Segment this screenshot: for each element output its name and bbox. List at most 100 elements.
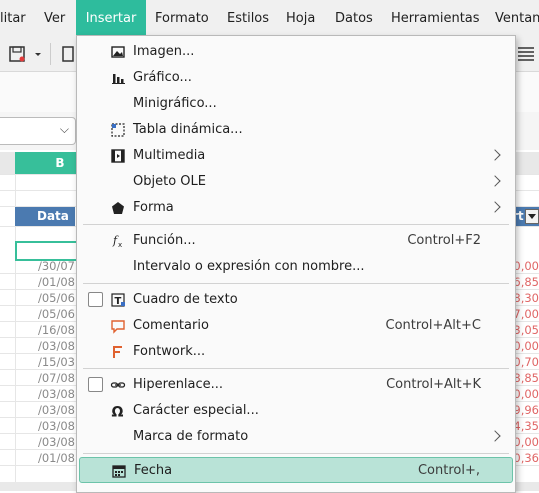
date-cell[interactable]: 03/08/ xyxy=(15,418,77,434)
function-icon: f x xyxy=(112,234,122,249)
menu-ver[interactable]: Ver xyxy=(44,0,65,37)
date-cell[interactable]: 16/08/ xyxy=(15,322,77,338)
value-cell[interactable]: 78,30 xyxy=(514,290,539,306)
date-cell[interactable]: 03/08/ xyxy=(15,338,77,354)
date-cell[interactable]: 03/08/ xyxy=(15,402,77,418)
value-cell[interactable]: 29,96 xyxy=(514,402,539,418)
svg-text:x: x xyxy=(118,241,122,249)
column-header-a[interactable] xyxy=(0,152,15,174)
checkbox[interactable] xyxy=(88,292,103,307)
fontwork-icon xyxy=(113,346,122,358)
menu-editar[interactable]: litar xyxy=(0,0,26,37)
submenu-arrow-icon xyxy=(489,430,501,442)
menu-item-label: Función... xyxy=(133,233,196,248)
omega-icon: Ω xyxy=(112,405,124,420)
column-header-right[interactable] xyxy=(514,152,539,174)
submenu-arrow-icon xyxy=(489,201,501,213)
menu-separator xyxy=(83,453,509,454)
value-cell[interactable]: 40,00 xyxy=(514,434,539,450)
value-cell[interactable]: 40,00 xyxy=(514,386,539,402)
date-cell[interactable]: 05/06/ xyxy=(15,306,77,322)
value-cell[interactable]: 00,00 xyxy=(514,258,539,274)
value-cell[interactable]: 68,85 xyxy=(514,370,539,386)
menu-item-label: Tabla dinámica... xyxy=(133,122,243,137)
table-header-right[interactable]: rt xyxy=(512,207,539,226)
menu-item-shortcut: Control+, xyxy=(417,463,480,478)
menu-item-fecha[interactable]: Fecha Control+, xyxy=(79,457,513,483)
toolbar-divider xyxy=(50,43,51,65)
value-cell[interactable]: 84,35 xyxy=(514,418,539,434)
menu-item-minigrafico[interactable]: Minigráfico... xyxy=(79,91,513,117)
menu-item-funcion[interactable]: f x Función... Control+F2 xyxy=(79,228,513,254)
menu-herramientas[interactable]: Herramientas xyxy=(391,0,480,37)
menu-item-label: Carácter especial... xyxy=(133,403,259,418)
menubar: litar Ver Insertar Formato Estilos Hoja … xyxy=(0,0,539,37)
menu-ventana[interactable]: Ventan xyxy=(495,0,539,37)
menu-item-label: Comentario xyxy=(133,318,209,333)
menu-item-grafico[interactable]: Gráfico... xyxy=(79,65,513,91)
menu-item-cuadro-texto[interactable]: T Cuadro de texto xyxy=(79,287,513,313)
menu-item-label: Minigráfico... xyxy=(133,96,217,111)
menu-separator xyxy=(83,283,509,284)
svg-text:T: T xyxy=(115,296,122,307)
menu-item-forma[interactable]: Forma xyxy=(79,195,513,221)
menu-item-intervalo[interactable]: Intervalo o expresión con nombre... xyxy=(79,254,513,280)
chart-icon xyxy=(112,74,125,84)
menu-item-hiperenlace[interactable]: Hiperenlace... Control+Alt+K xyxy=(79,372,513,398)
film-icon xyxy=(111,149,125,163)
menu-item-objeto-ole[interactable]: Objeto OLE xyxy=(79,169,513,195)
menu-separator xyxy=(83,224,509,225)
menu-item-multimedia[interactable]: Multimedia xyxy=(79,143,513,169)
date-cell[interactable]: 03/08/ xyxy=(15,434,77,450)
chevron-down-icon[interactable] xyxy=(33,45,43,63)
comment-icon xyxy=(111,320,125,334)
menu-item-label: Marca de formato xyxy=(133,429,249,444)
menu-hoja[interactable]: Hoja xyxy=(286,0,315,37)
autofilter-button[interactable] xyxy=(525,209,539,224)
menu-item-shortcut: Control+F2 xyxy=(407,233,481,248)
menu-item-label: Forma xyxy=(133,200,174,215)
menu-item-label: Fecha xyxy=(134,463,173,478)
date-cell[interactable]: 07/08/ xyxy=(15,370,77,386)
text-box-icon: T xyxy=(111,293,125,307)
date-cell[interactable]: 03/08/ xyxy=(15,386,77,402)
menu-item-marca-formato[interactable]: Marca de formato xyxy=(79,424,513,450)
menu-item-caracter-especial[interactable]: Ω Carácter especial... xyxy=(79,398,513,424)
table-header-data[interactable]: Data xyxy=(15,207,75,226)
submenu-arrow-icon xyxy=(489,175,501,187)
value-cell[interactable]: 73,05 xyxy=(514,322,539,338)
image-icon xyxy=(111,46,125,58)
menu-item-label: Cuadro de texto xyxy=(133,292,238,307)
export-icon[interactable] xyxy=(60,45,74,63)
date-cell[interactable]: 30/07/ xyxy=(15,258,77,274)
menu-item-next-partial[interactable] xyxy=(79,484,513,492)
menu-datos[interactable]: Datos xyxy=(335,0,373,37)
date-cell[interactable]: 01/08/ xyxy=(15,274,77,290)
date-cell[interactable]: 15/03/ xyxy=(15,354,77,370)
menu-item-label: Intervalo o expresión con nombre... xyxy=(133,259,365,274)
checkbox[interactable] xyxy=(88,377,103,392)
value-cell[interactable]: 60,36 xyxy=(514,450,539,466)
menu-formato[interactable]: Formato xyxy=(155,0,209,37)
menu-item-tabla-dinamica[interactable]: Tabla dinámica... xyxy=(79,117,513,143)
value-cell[interactable]: 00,00 xyxy=(514,338,539,354)
calendar-icon xyxy=(112,465,126,478)
menu-item-fontwork[interactable]: Fontwork... xyxy=(79,339,513,365)
save-icon[interactable] xyxy=(8,45,26,63)
align-icon[interactable] xyxy=(516,45,536,63)
value-cell[interactable]: 17,00 xyxy=(514,306,539,322)
pentagon-icon xyxy=(112,202,124,214)
insertar-menu: Imagen... Gráfico... Minigráfico... Tabl… xyxy=(76,35,516,493)
menu-item-label: Objeto OLE xyxy=(133,174,206,189)
name-box[interactable]: ⌵ xyxy=(0,117,76,145)
menu-item-imagen[interactable]: Imagen... xyxy=(79,39,513,65)
value-cell[interactable]: 66,85 xyxy=(514,274,539,290)
chevron-down-icon[interactable]: ⌵ xyxy=(60,122,69,137)
date-cell[interactable]: 05/06/ xyxy=(15,290,77,306)
menu-item-comentario[interactable]: Comentario Control+Alt+C xyxy=(79,313,513,339)
menu-insertar[interactable]: Insertar xyxy=(76,0,146,37)
date-cell[interactable]: 01/08/ xyxy=(15,450,77,466)
menu-estilos[interactable]: Estilos xyxy=(227,0,269,37)
menu-item-label: Multimedia xyxy=(133,148,206,163)
value-cell[interactable]: 90,70 xyxy=(514,354,539,370)
